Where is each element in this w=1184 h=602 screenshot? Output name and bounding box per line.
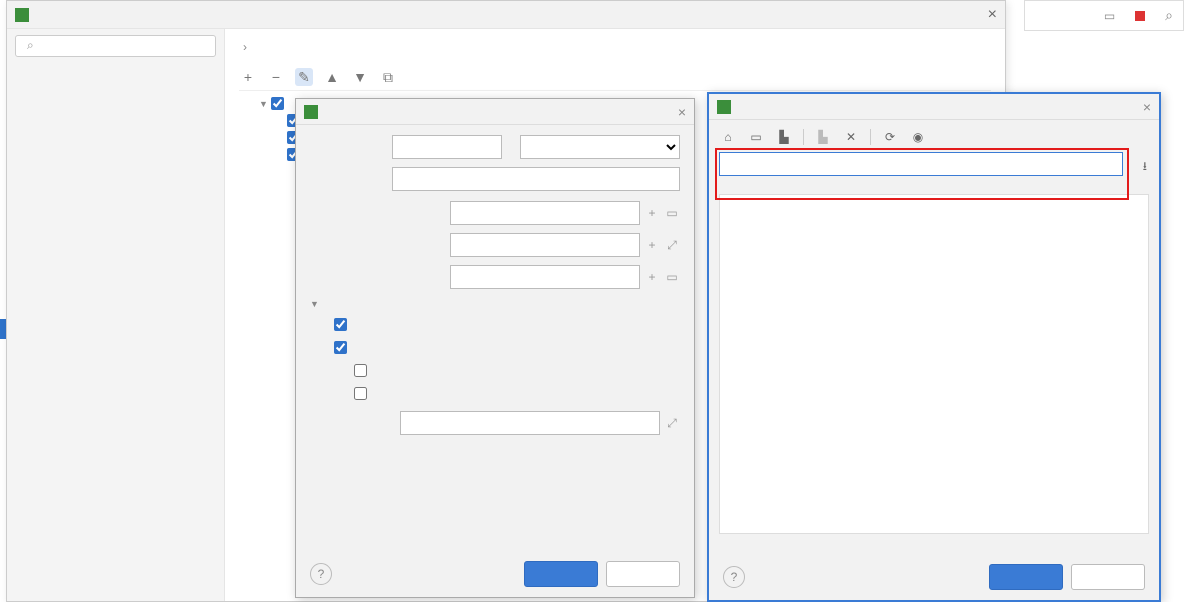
close-icon[interactable]: ×: [678, 104, 686, 120]
down-button[interactable]: ▼: [351, 68, 369, 86]
up-button[interactable]: ▲: [323, 68, 341, 86]
wd-field[interactable]: [450, 265, 640, 289]
drag-hint: [719, 534, 1149, 546]
help-button[interactable]: ?: [310, 563, 332, 585]
expand-icon[interactable]: ⤢: [664, 416, 680, 431]
filters-field[interactable]: [400, 411, 660, 435]
path-toolbar: ⌂ ▭ ▙ ▙ ✕ ⟳ ◉: [719, 126, 1149, 152]
ext-toolbar: + − ✎ ▲ ▼ ⧉: [239, 64, 991, 91]
breadcrumb: ›: [239, 39, 991, 54]
help-button[interactable]: ?: [723, 566, 745, 588]
cancel-button[interactable]: [1071, 564, 1145, 590]
ok-button[interactable]: [989, 564, 1063, 590]
browse-icon[interactable]: ▭: [664, 206, 680, 220]
app-icon: [15, 8, 29, 22]
download-icon[interactable]: ⭳: [1143, 157, 1147, 178]
search-icon[interactable]: ⌕: [1165, 7, 1173, 24]
stderr-checkbox[interactable]: [354, 387, 367, 400]
project-icon[interactable]: ▙: [775, 128, 793, 146]
minimize-icon[interactable]: ▭: [1104, 9, 1115, 23]
close-icon[interactable]: ×: [988, 6, 997, 24]
group-checkbox[interactable]: [271, 97, 284, 110]
path-titlebar: ×: [709, 94, 1159, 120]
chevron-down-icon: ▼: [310, 299, 322, 309]
insert-macro-icon[interactable]: +: [644, 270, 660, 284]
settings-titlebar: ×: [7, 1, 1005, 29]
copy-button[interactable]: ⧉: [379, 68, 397, 86]
home-icon[interactable]: ⌂: [719, 128, 737, 146]
select-path-dialog: × ⌂ ▭ ▙ ▙ ✕ ⟳ ◉ ⭳ ?: [707, 92, 1161, 602]
sync-files-checkbox[interactable]: [334, 318, 347, 331]
desktop-icon[interactable]: ▭: [747, 128, 765, 146]
name-field[interactable]: [392, 135, 502, 159]
browse-icon[interactable]: ▭: [664, 270, 680, 284]
stop-icon[interactable]: [1135, 11, 1145, 21]
search-input[interactable]: [15, 35, 216, 57]
open-console-checkbox[interactable]: [334, 341, 347, 354]
app-icon: [304, 105, 318, 119]
refresh-icon[interactable]: ⟳: [881, 128, 899, 146]
stdout-checkbox[interactable]: [354, 364, 367, 377]
app-icon: [717, 100, 731, 114]
group-select[interactable]: [520, 135, 680, 159]
insert-macro-icon[interactable]: +: [644, 206, 660, 220]
insert-macro-icon[interactable]: +: [644, 238, 660, 252]
add-button[interactable]: +: [239, 68, 257, 86]
file-tree[interactable]: [719, 194, 1149, 534]
separator: [803, 129, 804, 145]
close-icon[interactable]: ×: [1143, 99, 1151, 115]
remove-button[interactable]: −: [267, 68, 285, 86]
expand-icon[interactable]: ⤢: [664, 238, 680, 253]
args-field[interactable]: [450, 233, 640, 257]
chevron-down-icon: ▼: [259, 99, 269, 109]
program-field[interactable]: [450, 201, 640, 225]
path-input[interactable]: [719, 152, 1123, 176]
show-hidden-icon[interactable]: ◉: [909, 128, 927, 146]
crumb-sep: ›: [243, 40, 247, 54]
ide-toolbar: ▭ ⌕: [1024, 0, 1184, 31]
settings-search: [15, 35, 216, 57]
edit-titlebar: ×: [296, 99, 694, 125]
desc-field[interactable]: [392, 167, 680, 191]
edit-button[interactable]: ✎: [295, 68, 313, 86]
separator: [870, 129, 871, 145]
edit-tool-dialog: × + ▭ + ⤢ + ▭: [295, 98, 695, 598]
advanced-toggle[interactable]: ▼: [310, 299, 680, 309]
settings-sidebar: [7, 29, 225, 601]
new-folder-icon[interactable]: ▙: [814, 128, 832, 146]
cancel-button[interactable]: [606, 561, 680, 587]
ok-button[interactable]: [524, 561, 598, 587]
delete-icon[interactable]: ✕: [842, 128, 860, 146]
